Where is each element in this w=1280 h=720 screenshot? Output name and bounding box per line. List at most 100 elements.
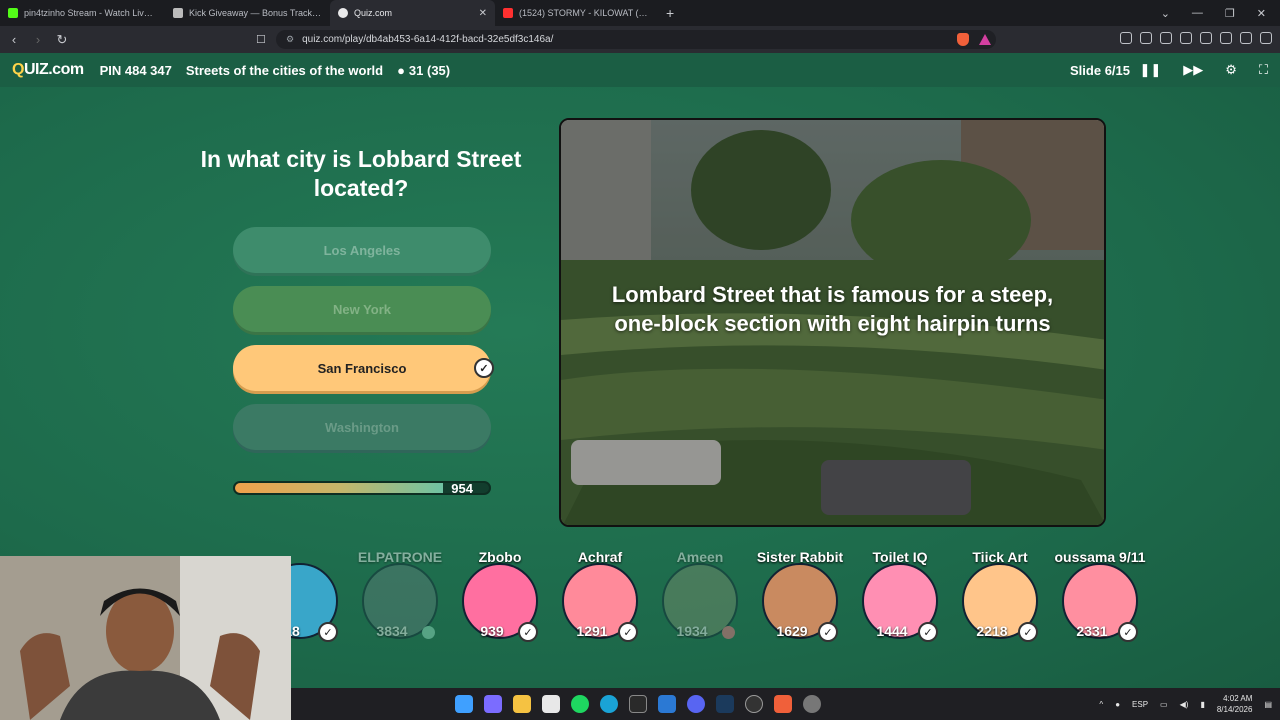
quiz-header: QUIZ.com PIN 484 347 Streets of the citi… <box>0 53 1280 87</box>
tab-youtube[interactable]: (1524) STORMY - KILOWAT (VISUALIZ <box>495 0 660 26</box>
check-icon: ✓ <box>1118 622 1138 642</box>
player-score: 939 <box>480 623 504 639</box>
player-score: 1629 <box>776 623 808 639</box>
streamer-video <box>0 556 291 720</box>
answer-label: San Francisco <box>317 360 407 376</box>
copilot-icon[interactable] <box>484 695 502 713</box>
clock-time: 4:02 AM <box>1223 694 1253 703</box>
forward-icon[interactable]: › <box>28 32 48 47</box>
store-icon[interactable] <box>542 695 560 713</box>
player-card: Tiick Art 2218 ✓ <box>952 543 1048 643</box>
url-field[interactable]: ⚙ quiz.com/play/db4ab453-6a14-412f-bacd-… <box>276 30 996 49</box>
tab-quiz[interactable]: Quiz.com ✕ <box>330 0 495 26</box>
check-icon: ✓ <box>518 622 538 642</box>
settings-app-icon[interactable] <box>803 695 821 713</box>
edge-icon[interactable] <box>600 695 618 713</box>
outlook-icon[interactable] <box>658 695 676 713</box>
score-progress-bar: 954 <box>233 481 491 495</box>
vpn-icon[interactable] <box>1240 32 1252 44</box>
site-info-icon[interactable]: ⚙ <box>286 34 294 45</box>
pause-icon[interactable]: ❚❚ <box>1139 62 1161 78</box>
microphone-icon[interactable]: ● <box>1115 700 1120 709</box>
file-explorer-icon[interactable] <box>513 695 531 713</box>
answer-label: New York <box>332 301 392 317</box>
answer-san-francisco[interactable]: San Francisco ✓ <box>233 345 494 391</box>
game-pin: PIN 484 347 <box>99 62 172 78</box>
quiz-logo[interactable]: QUIZ.com <box>12 61 84 79</box>
notification-icon[interactable]: ▤ <box>1264 700 1272 709</box>
chevron-down-icon[interactable]: ⌄ <box>1161 7 1170 20</box>
language-indicator[interactable]: ESP <box>1132 700 1148 709</box>
quiz-icon <box>338 8 348 18</box>
minimize-icon[interactable]: — <box>1192 7 1203 19</box>
steam-icon[interactable] <box>716 695 734 713</box>
player-score: 1934 <box>676 623 708 639</box>
sidebar-icon[interactable] <box>1180 32 1192 44</box>
fullscreen-icon[interactable]: ⛶ <box>1259 62 1268 78</box>
settings-icon[interactable]: ⚙ <box>1225 62 1237 78</box>
player-count: ● 31 (35) <box>397 63 450 78</box>
answer-label: Los Angeles <box>323 242 401 258</box>
player-name: Tiick Art <box>972 549 1028 565</box>
tab-kick-stream[interactable]: pin4tzinho Stream - Watch Live on Ki <box>0 0 165 26</box>
os-taskbar: ^ ● ESP ▭ ◀) ▮ 4:02 AM 8/14/2026 ▤ <box>291 688 1280 720</box>
answer-los-angeles[interactable]: Los Angeles <box>233 227 491 273</box>
answer-washington[interactable]: Washington <box>233 404 491 450</box>
player-count-text: 31 (35) <box>408 62 451 78</box>
spotify-icon[interactable] <box>571 695 589 713</box>
menu-icon[interactable] <box>1260 32 1272 44</box>
tab-kick-giveaway[interactable]: Kick Giveaway — Bonus Tracker | Bon <box>165 0 330 26</box>
extension-icon[interactable] <box>1120 32 1132 44</box>
youtube-icon <box>503 8 513 18</box>
window-controls: ⌄ — ❐ ✕ <box>1161 0 1280 26</box>
player-card: Zbobo 939 ✓ <box>452 543 548 643</box>
bookmark-icon[interactable]: ☐ <box>256 33 266 46</box>
status-dot-icon <box>722 626 735 639</box>
check-icon: ✓ <box>918 622 938 642</box>
logo-text: UIZ.com <box>23 61 84 78</box>
host-controls: ❚❚ ▶▶ ⚙ ⛶ <box>1139 62 1268 78</box>
site-icon <box>173 8 183 18</box>
brave-rewards-icon[interactable] <box>979 34 991 45</box>
epic-games-icon[interactable] <box>629 695 647 713</box>
wallet-icon[interactable] <box>1200 32 1212 44</box>
close-icon[interactable]: ✕ <box>479 8 487 19</box>
volume-icon[interactable]: ◀) <box>1180 700 1189 709</box>
extensions-toolbar <box>1120 32 1272 44</box>
brave-icon[interactable] <box>774 695 792 713</box>
start-icon[interactable] <box>455 695 473 713</box>
obs-icon[interactable] <box>745 695 763 713</box>
tab-title: pin4tzinho Stream - Watch Live on Ki <box>24 8 157 18</box>
progress-value: 954 <box>451 481 473 495</box>
question-image: Lombard Street that is famous for a stee… <box>559 118 1106 527</box>
answer-new-york[interactable]: New York <box>233 286 491 332</box>
skip-forward-icon[interactable]: ▶▶ <box>1183 62 1203 78</box>
discord-icon[interactable] <box>687 695 705 713</box>
media-icon[interactable] <box>1160 32 1172 44</box>
chevron-up-icon[interactable]: ^ <box>1099 700 1103 709</box>
new-tab-button[interactable]: + <box>666 5 674 21</box>
player-name: Sister Rabbit <box>756 549 844 565</box>
tab-title: Quiz.com <box>354 8 393 18</box>
player-score: 1291 <box>576 623 608 639</box>
url-text: quiz.com/play/db4ab453-6a14-412f-bacd-32… <box>302 34 554 45</box>
restore-icon[interactable]: ❐ <box>1225 7 1235 20</box>
taskbar-apps <box>455 695 821 713</box>
kick-icon <box>8 8 18 18</box>
player-card: oussama 9/11 2331 ✓ <box>1052 543 1148 643</box>
network-icon[interactable]: ▭ <box>1160 700 1168 709</box>
webcam-overlay <box>0 556 291 720</box>
player-name: Achraf <box>577 549 623 565</box>
player-name: Zbobo <box>478 549 522 565</box>
system-clock[interactable]: 4:02 AM 8/14/2026 <box>1217 693 1253 715</box>
puzzle-icon[interactable] <box>1140 32 1152 44</box>
brave-shields-icon[interactable] <box>957 33 969 46</box>
player-name: oussama 9/11 <box>1054 549 1146 565</box>
reload-icon[interactable]: ↻ <box>52 32 72 48</box>
leo-icon[interactable] <box>1220 32 1232 44</box>
player-card: Sister Rabbit 1629 ✓ <box>752 543 848 643</box>
person-icon: ● <box>397 62 405 78</box>
back-icon[interactable]: ‹ <box>4 32 24 47</box>
battery-icon[interactable]: ▮ <box>1200 700 1204 709</box>
close-window-icon[interactable]: ✕ <box>1257 7 1266 20</box>
